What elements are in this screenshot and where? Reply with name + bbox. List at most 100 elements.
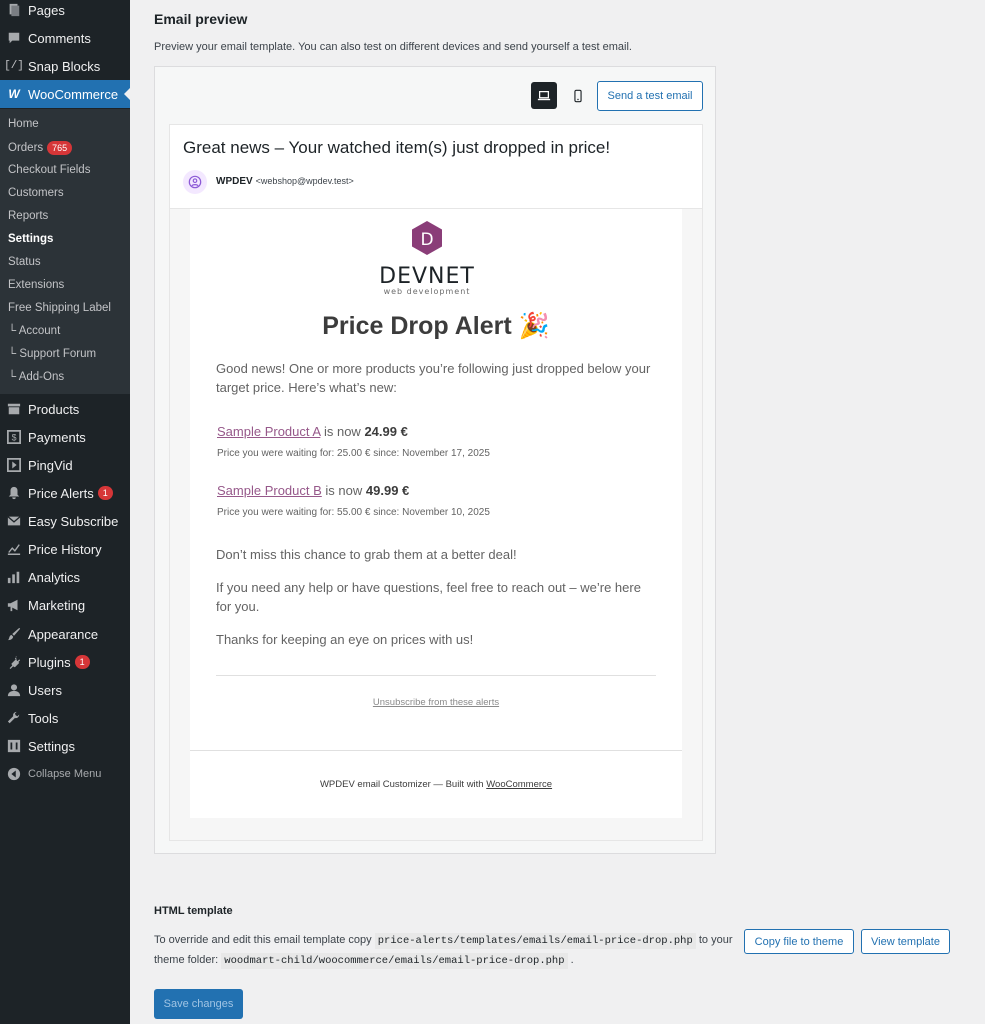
footer-text: WPDEV email Customizer — Built with bbox=[319, 779, 484, 790]
archive-icon bbox=[0, 402, 28, 416]
menu-label: Products bbox=[28, 401, 80, 417]
desktop-view-button[interactable] bbox=[531, 82, 557, 109]
laptop-icon bbox=[537, 90, 551, 100]
email-preview-panel: Send a test email Great news – Your watc… bbox=[154, 66, 716, 854]
menu-woocommerce[interactable]: W WooCommerce bbox=[0, 80, 130, 108]
submenu-account[interactable]: └ Account bbox=[8, 325, 60, 337]
email-body: D DEVNET web development Price Drop Aler… bbox=[170, 209, 702, 840]
submenu-reports[interactable]: Reports bbox=[8, 210, 48, 222]
menu-comments[interactable]: Comments bbox=[0, 24, 130, 52]
svg-text:$: $ bbox=[12, 433, 17, 443]
menu-plugins[interactable]: Plugins 1 bbox=[0, 648, 130, 676]
email-subject: Great news – Your watched item(s) just d… bbox=[183, 138, 611, 157]
submenu-add-ons[interactable]: └ Add-Ons bbox=[8, 371, 64, 383]
product-price: 24.99 € bbox=[364, 424, 408, 439]
paintbrush-icon bbox=[0, 627, 28, 641]
comments-icon bbox=[0, 31, 28, 45]
menu-analytics[interactable]: Analytics bbox=[0, 563, 130, 591]
template-desc-text: . bbox=[570, 954, 574, 966]
submenu-customers[interactable]: Customers bbox=[8, 187, 64, 199]
menu-label: Price Alerts bbox=[28, 485, 94, 501]
menu-label: Comments bbox=[28, 30, 91, 46]
menu-easy-subscribe[interactable]: Easy Subscribe bbox=[0, 507, 130, 535]
line-chart-icon bbox=[0, 542, 28, 556]
woocommerce-link[interactable]: WooCommerce bbox=[486, 779, 552, 790]
settings-icon bbox=[0, 739, 28, 753]
menu-label: Appearance bbox=[28, 626, 99, 642]
svg-text:DEVNET: DEVNET bbox=[379, 264, 475, 289]
submenu-orders[interactable]: Orders 765 bbox=[8, 141, 73, 155]
plug-icon bbox=[0, 655, 28, 669]
template-desc-text: To override and edit this email template… bbox=[154, 934, 372, 946]
email-preview-title: Email preview bbox=[154, 11, 248, 27]
submenu-checkout-fields[interactable]: Checkout Fields bbox=[8, 164, 90, 176]
submenu-settings[interactable]: Settings bbox=[8, 233, 53, 245]
menu-marketing[interactable]: Marketing bbox=[0, 591, 130, 619]
email-paragraph: Don’t miss this chance to grab them at a… bbox=[216, 547, 517, 562]
menu-users[interactable]: Users bbox=[0, 676, 130, 704]
woocommerce-icon: W bbox=[8, 87, 20, 101]
product-detail: Price you were waiting for: 55.00 € sinc… bbox=[217, 507, 490, 518]
product-line: Sample Product B is now 49.99 € bbox=[217, 483, 409, 498]
menu-products[interactable]: Products bbox=[0, 395, 130, 423]
menu-label: Settings bbox=[28, 738, 75, 754]
menu-appearance[interactable]: Appearance bbox=[0, 620, 130, 648]
sender-email: <webshop@wpdev.test> bbox=[255, 176, 354, 186]
menu-price-history[interactable]: Price History bbox=[0, 535, 130, 563]
orders-count-badge: 765 bbox=[47, 141, 73, 155]
unsubscribe-link[interactable]: Unsubscribe from these alerts bbox=[190, 697, 682, 708]
svg-text:D: D bbox=[420, 230, 433, 250]
menu-tools[interactable]: Tools bbox=[0, 704, 130, 732]
menu-pages[interactable]: Pages bbox=[0, 0, 130, 24]
view-template-button[interactable]: View template bbox=[861, 929, 950, 954]
menu-settings[interactable]: Settings bbox=[0, 732, 130, 760]
menu-price-alerts[interactable]: Price Alerts 1 bbox=[0, 479, 130, 507]
menu-pingvid[interactable]: PingVid bbox=[0, 451, 130, 479]
envelope-icon bbox=[0, 514, 28, 528]
submenu-home[interactable]: Home bbox=[8, 118, 39, 130]
save-changes-button[interactable]: Save changes bbox=[154, 989, 243, 1019]
product-line: Sample Product A is now 24.99 € bbox=[217, 424, 408, 439]
template-target-path: woodmart-child/woocommerce/emails/email-… bbox=[221, 953, 568, 969]
email-content: D DEVNET web development Price Drop Aler… bbox=[190, 209, 682, 818]
menu-label: Payments bbox=[28, 429, 86, 445]
product-link[interactable]: Sample Product B bbox=[217, 483, 322, 498]
bar-chart-icon bbox=[0, 570, 28, 584]
template-source-path: price-alerts/templates/emails/email-pric… bbox=[374, 933, 696, 949]
menu-snap-blocks[interactable]: [/] Snap Blocks bbox=[0, 52, 130, 80]
mobile-view-button[interactable] bbox=[565, 82, 591, 109]
woocommerce-submenu: Home Orders 765 Checkout Fields Customers… bbox=[0, 109, 130, 394]
video-icon bbox=[0, 458, 28, 472]
menu-payments[interactable]: $ Payments bbox=[0, 423, 130, 451]
sender-line: WPDEV <webshop@wpdev.test> bbox=[216, 176, 354, 187]
submenu-status[interactable]: Status bbox=[8, 256, 41, 268]
devnet-logo: D DEVNET web development bbox=[379, 221, 475, 296]
menu-label: Users bbox=[28, 682, 62, 698]
send-test-email-button[interactable]: Send a test email bbox=[597, 81, 703, 111]
product-link[interactable]: Sample Product A bbox=[217, 424, 320, 439]
menu-label: Pages bbox=[28, 2, 65, 18]
product-is-now: is now bbox=[323, 424, 361, 439]
product-price: 49.99 € bbox=[365, 483, 410, 498]
divider bbox=[190, 750, 682, 751]
submenu-extensions[interactable]: Extensions bbox=[8, 279, 64, 291]
submenu-free-shipping-label[interactable]: Free Shipping Label bbox=[8, 302, 111, 314]
email-paragraph: Thanks for keeping an eye on prices with… bbox=[216, 632, 474, 647]
user-icon bbox=[0, 683, 28, 697]
code-brackets-icon: [/] bbox=[4, 60, 24, 72]
menu-label: Tools bbox=[28, 710, 59, 726]
email-intro: Good news! One or more products you’re f… bbox=[216, 361, 651, 395]
email-heading: Price Drop Alert 🎉 bbox=[322, 312, 550, 340]
email-card: Great news – Your watched item(s) just d… bbox=[169, 124, 703, 841]
smartphone-icon bbox=[574, 89, 582, 102]
product-is-now: is now bbox=[325, 483, 363, 498]
bell-icon bbox=[0, 486, 28, 500]
pages-icon bbox=[0, 3, 28, 17]
collapse-menu-button[interactable]: Collapse Menu bbox=[0, 760, 130, 788]
price-alerts-badge: 1 bbox=[97, 486, 113, 500]
wrench-icon bbox=[0, 711, 28, 725]
submenu-support-forum[interactable]: └ Support Forum bbox=[8, 348, 96, 360]
html-template-description: To override and edit this email template… bbox=[154, 931, 734, 971]
copy-file-to-theme-button[interactable]: Copy file to theme bbox=[744, 929, 854, 954]
menu-label: Plugins bbox=[28, 654, 71, 670]
